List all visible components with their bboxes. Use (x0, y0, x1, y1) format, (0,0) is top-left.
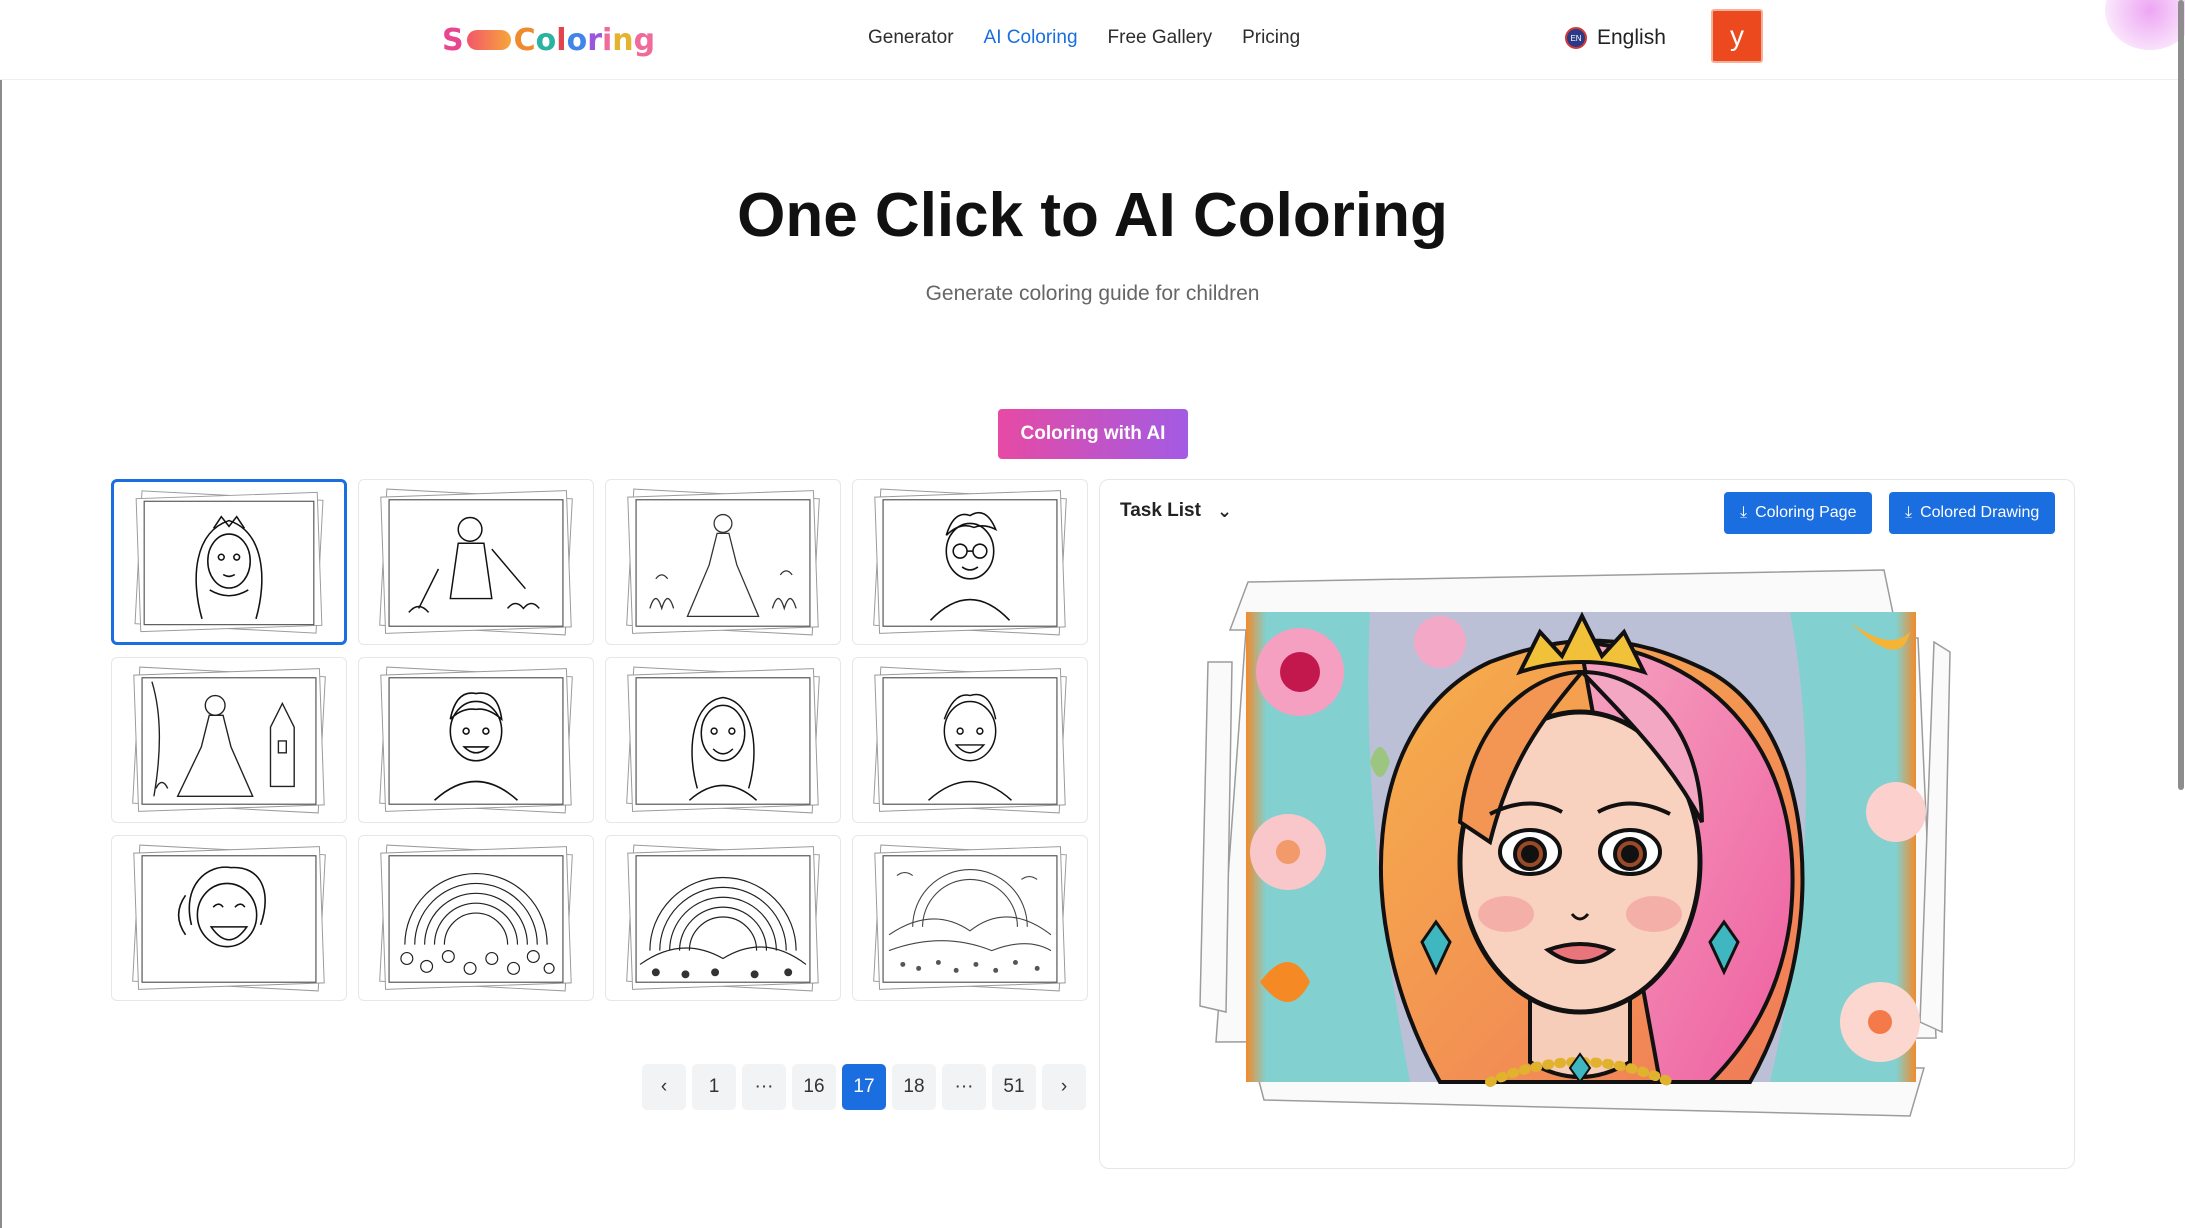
thumbnail-princess-garden[interactable] (605, 479, 841, 645)
coloring-with-ai-button[interactable]: Coloring with AI (998, 409, 1188, 459)
page-subtitle: Generate coloring guide for children (925, 282, 1260, 305)
site-logo[interactable]: SColoring (442, 22, 655, 58)
nav-pricing[interactable]: Pricing (1242, 27, 1300, 49)
coloring-page-label: Coloring Page (1755, 504, 1857, 521)
page-scrollbar[interactable] (2178, 0, 2184, 790)
download-icon: ⤓ (1740, 504, 1748, 521)
task-list-dropdown[interactable]: Task List ⌄ (1120, 500, 1232, 522)
rainbow-line-art-icon (379, 844, 573, 992)
page-button-18[interactable]: 18 (892, 1064, 936, 1110)
page-ellipsis[interactable]: ··· (742, 1064, 786, 1110)
colored-drawing-label: Colored Drawing (1920, 504, 2040, 521)
thumbnail-happy-boy[interactable] (852, 657, 1088, 823)
thumbnail-princess-portrait[interactable] (111, 479, 347, 645)
boy-glasses-line-art-icon (873, 488, 1067, 636)
colored-princess-preview-image (1199, 569, 1951, 1117)
princess-castle-line-art-icon (132, 666, 326, 814)
pagination: ‹ 1 ··· 16 17 18 ··· 51 › (642, 1064, 1086, 1110)
princess-dress-line-art-icon (626, 488, 820, 636)
rainbow-line-art-icon (626, 844, 820, 992)
girl-laughing-line-art-icon (132, 844, 326, 992)
boy-line-art-icon (379, 666, 573, 814)
user-avatar[interactable]: y (1711, 9, 1763, 63)
page-button-16[interactable]: 16 (792, 1064, 836, 1110)
language-label: English (1597, 26, 1666, 49)
download-icon: ⤓ (1905, 504, 1913, 521)
page-button-51[interactable]: 51 (992, 1064, 1036, 1110)
language-selector[interactable]: EN English (1565, 26, 1666, 50)
thumbnail-landscape[interactable] (852, 835, 1088, 1001)
chevron-down-icon: ⌄ (1216, 501, 1233, 521)
page-button-1[interactable]: 1 (692, 1064, 736, 1110)
main-nav: Generator AI Coloring Free Gallery Prici… (868, 27, 1300, 49)
girl-line-art-icon (626, 666, 820, 814)
decorative-glow (2105, 0, 2185, 50)
thumbnail-rainbow-flowers[interactable] (358, 835, 594, 1001)
prev-page-button[interactable]: ‹ (642, 1064, 686, 1110)
princess-line-art-icon (134, 490, 324, 634)
boy-line-art-icon (873, 666, 1067, 814)
page-button-current[interactable]: 17 (842, 1064, 886, 1110)
page-title: One Click to AI Coloring (737, 181, 1448, 250)
flag-icon: EN (1565, 27, 1587, 49)
knight-line-art-icon (379, 488, 573, 636)
top-navbar: SColoring Generator AI Coloring Free Gal… (0, 0, 2185, 80)
thumbnail-smiling-boy[interactable] (358, 657, 594, 823)
nav-free-gallery[interactable]: Free Gallery (1108, 27, 1213, 49)
task-list-label: Task List (1120, 500, 1201, 521)
preview-panel: Task List ⌄ ⤓ Coloring Page ⤓ Colored Dr… (1099, 479, 2075, 1169)
thumbnail-rainbow-hills[interactable] (605, 835, 841, 1001)
thumbnail-laughing-girl[interactable] (111, 835, 347, 1001)
thumbnail-princess-castle[interactable] (111, 657, 347, 823)
nav-ai-coloring[interactable]: AI Coloring (984, 27, 1078, 49)
thumbnail-smiling-girl[interactable] (605, 657, 841, 823)
page-ellipsis[interactable]: ··· (942, 1064, 986, 1110)
landscape-line-art-icon (873, 844, 1067, 992)
coloring-thumbnail-grid (111, 479, 1088, 1001)
nav-generator[interactable]: Generator (868, 27, 954, 49)
thumbnail-boy-glasses[interactable] (852, 479, 1088, 645)
next-page-button[interactable]: › (1042, 1064, 1086, 1110)
thumbnail-knight[interactable] (358, 479, 594, 645)
